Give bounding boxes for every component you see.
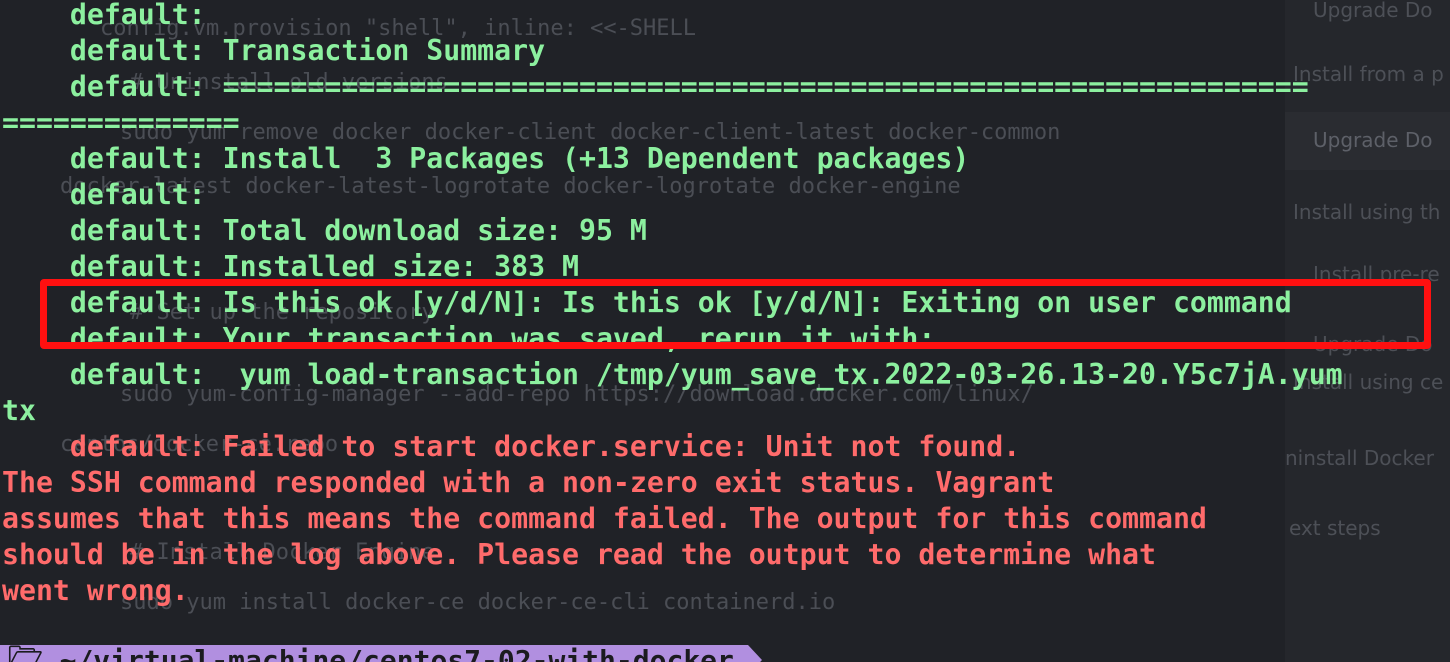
terminal-error-line: should be in the log above. Please read … xyxy=(2,538,1156,571)
terminal-line: default: xyxy=(2,178,206,211)
terminal-line: default: ===============================… xyxy=(2,70,1309,103)
terminal-line: ============== xyxy=(2,106,240,139)
terminal-error-line: default: Failed to start docker.service:… xyxy=(2,430,1021,463)
highlight-annotation-box xyxy=(40,279,1431,349)
terminal-line: default: Transaction Summary xyxy=(2,34,546,67)
terminal-error-line: assumes that this means the command fail… xyxy=(2,502,1207,535)
terminal-error-line: The SSH command responded with a non-zer… xyxy=(2,466,1055,499)
prompt-path-segment: 🗁 ~/virtual-machine/centos7-02-with-dock… xyxy=(0,640,748,662)
folder-icon: 🗁 xyxy=(8,640,43,662)
terminal-line: default: Total download size: 95 M xyxy=(2,214,647,247)
terminal-line: default: yum load-transaction /tmp/yum_s… xyxy=(2,358,1343,391)
terminal-error-line: went wrong. xyxy=(2,574,189,607)
terminal-line: default: Install 3 Packages (+13 Depende… xyxy=(2,142,970,175)
shell-prompt: 🗁 ~/virtual-machine/centos7-02-with-dock… xyxy=(0,640,762,662)
prompt-arrow xyxy=(747,645,762,662)
terminal-line: tx xyxy=(2,394,36,427)
screen: config.vm.provision "shell", inline: <<-… xyxy=(0,0,1450,662)
prompt-path: ~/virtual-machine/centos7-02-with-docker xyxy=(42,643,734,662)
terminal-line: default: xyxy=(2,0,206,31)
